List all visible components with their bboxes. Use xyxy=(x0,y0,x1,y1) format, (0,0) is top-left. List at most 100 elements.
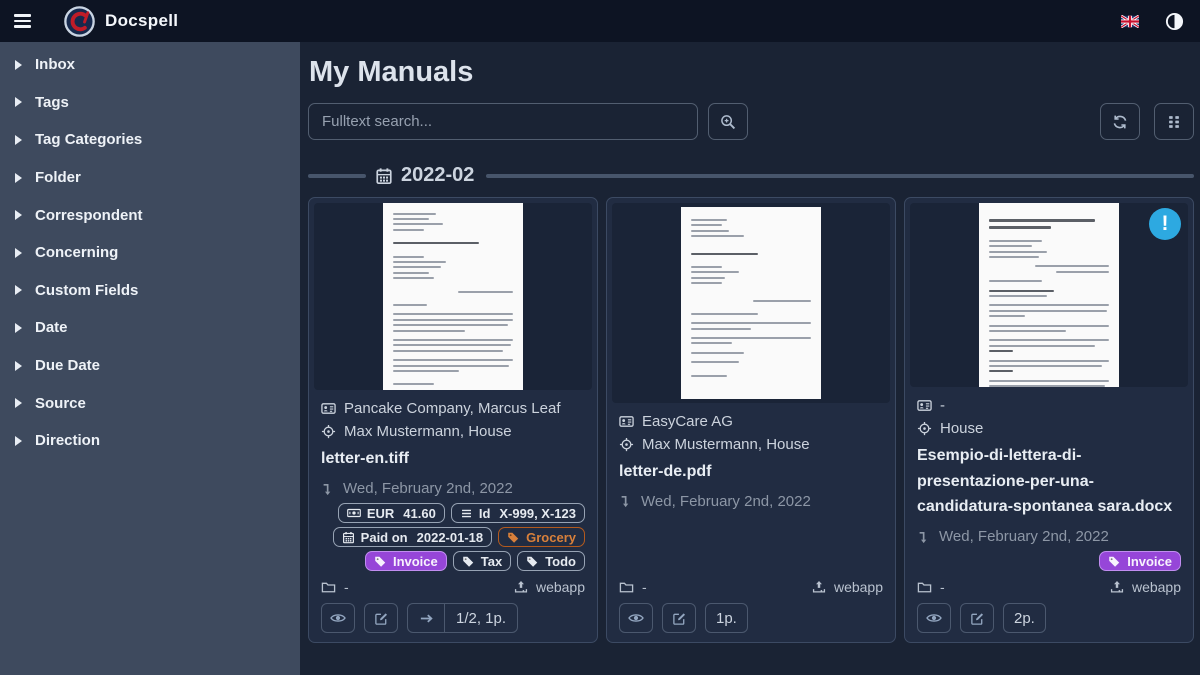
edit-button[interactable] xyxy=(364,603,398,633)
preview-button[interactable] xyxy=(917,603,951,633)
item-thumbnail[interactable] xyxy=(612,203,890,403)
concerning-label: House xyxy=(940,420,983,437)
tag-badge: Todo xyxy=(517,551,585,571)
preview-button[interactable] xyxy=(619,603,653,633)
banknote-icon xyxy=(347,506,361,520)
item-filename: letter-en.tiff xyxy=(321,446,585,472)
sidebar-item-tags[interactable]: Tags xyxy=(0,84,300,122)
item-card[interactable]: EasyCare AG Max Mustermann, House letter… xyxy=(606,197,896,643)
item-date-label: Wed, February 2nd, 2022 xyxy=(343,480,513,497)
sidebar-item-direction[interactable]: Direction xyxy=(0,422,300,460)
item-card[interactable]: ! xyxy=(904,197,1194,643)
caret-right-icon xyxy=(15,210,22,220)
edit-icon xyxy=(970,611,985,626)
item-list-area: My Manuals 2022-02 xyxy=(300,42,1200,675)
sidebar-item-label: Tag Categories xyxy=(35,131,142,148)
tag-badge: Tax xyxy=(453,551,511,571)
folder-source-row: - webapp xyxy=(917,579,1181,595)
folder-icon xyxy=(321,580,336,595)
new-item-badge: ! xyxy=(1149,208,1181,240)
fulltext-search-input[interactable] xyxy=(308,103,698,140)
sidebar-item-due-date[interactable]: Due Date xyxy=(0,347,300,385)
money-field-badge: EUR41.60 xyxy=(338,503,445,523)
sidebar-item-source[interactable]: Source xyxy=(0,384,300,422)
view-toggle-button[interactable] xyxy=(1154,103,1194,140)
divider xyxy=(486,174,1194,178)
pages-badge[interactable]: 2p. xyxy=(1003,603,1046,633)
tag-icon xyxy=(526,555,539,568)
correspondent-row: - xyxy=(917,397,1181,414)
menu-icon[interactable] xyxy=(2,0,42,42)
address-card-icon xyxy=(619,414,634,429)
grid-view-icon xyxy=(1166,114,1182,130)
caret-right-icon xyxy=(15,135,22,145)
refresh-icon xyxy=(1112,114,1128,130)
source-label: webapp xyxy=(834,579,883,595)
sidebar-item-custom-fields[interactable]: Custom Fields xyxy=(0,272,300,310)
pages-badge[interactable]: 1p. xyxy=(705,603,748,633)
crosshair-icon xyxy=(321,424,336,439)
edit-button[interactable] xyxy=(960,603,994,633)
folder-label: - xyxy=(344,579,349,595)
item-date-label: Wed, February 2nd, 2022 xyxy=(641,493,811,510)
sidebar-item-tag-categories[interactable]: Tag Categories xyxy=(0,121,300,159)
tag-icon xyxy=(1108,555,1121,568)
date-group-label: 2022-02 xyxy=(401,164,474,187)
goto-pages-button[interactable]: 1/2, 1p. xyxy=(407,603,518,633)
tag-icon xyxy=(507,531,520,544)
folder-label: - xyxy=(642,579,647,595)
sidebar-item-concerning[interactable]: Concerning xyxy=(0,234,300,272)
app-brand[interactable]: Docspell xyxy=(64,6,178,37)
pages-label[interactable]: 1/2, 1p. xyxy=(444,604,517,632)
custom-field-badges: EUR41.60 IdX-999, X-123 Paid on2022-01-1… xyxy=(321,503,585,571)
item-filename: letter-de.pdf xyxy=(619,459,883,485)
tag-badges: Invoice xyxy=(917,551,1181,571)
sidebar-item-correspondent[interactable]: Correspondent xyxy=(0,196,300,234)
sidebar-item-label: Tags xyxy=(35,94,69,111)
dark-mode-toggle-icon[interactable] xyxy=(1165,12,1184,31)
crosshair-icon xyxy=(917,421,932,436)
sidebar-item-date[interactable]: Date xyxy=(0,309,300,347)
folder-source-row: - webapp xyxy=(321,579,585,595)
caret-right-icon xyxy=(15,173,22,183)
sidebar-item-label: Date xyxy=(35,319,68,336)
folder-source-row: - webapp xyxy=(619,579,883,595)
sidebar-item-folder[interactable]: Folder xyxy=(0,159,300,197)
card-actions: 1p. xyxy=(619,603,883,633)
paid-on-field-badge: Paid on2022-01-18 xyxy=(333,527,492,547)
preview-button[interactable] xyxy=(321,603,355,633)
item-card[interactable]: Pancake Company, Marcus Leaf Max Musterm… xyxy=(308,197,598,643)
id-field-badge: IdX-999, X-123 xyxy=(451,503,585,523)
item-filename: Esempio-di-lettera-di-presentazione-per-… xyxy=(917,443,1181,520)
upload-icon xyxy=(514,580,528,594)
document-preview xyxy=(383,203,523,390)
document-preview xyxy=(681,207,821,399)
date-group-header: 2022-02 xyxy=(308,164,1194,187)
source-label: webapp xyxy=(536,579,585,595)
caret-right-icon xyxy=(15,97,22,107)
sidebar-item-inbox[interactable]: Inbox xyxy=(0,46,300,84)
correspondent-label: Pancake Company, Marcus Leaf xyxy=(344,400,561,417)
concerning-row: House xyxy=(917,420,1181,437)
caret-right-icon xyxy=(15,436,22,446)
sidebar-item-label: Folder xyxy=(35,169,81,186)
refresh-button[interactable] xyxy=(1100,103,1140,140)
search-button[interactable] xyxy=(708,103,748,140)
item-date-row: Wed, February 2nd, 2022 xyxy=(619,493,883,510)
item-thumbnail[interactable] xyxy=(910,203,1188,387)
sidebar-item-label: Due Date xyxy=(35,357,100,374)
caret-right-icon xyxy=(15,285,22,295)
item-date-row: Wed, February 2nd, 2022 xyxy=(917,528,1181,545)
folder-icon xyxy=(917,580,932,595)
edit-button[interactable] xyxy=(662,603,696,633)
level-down-icon xyxy=(321,482,335,496)
top-navbar: Docspell xyxy=(0,0,1200,42)
item-cards-row: Pancake Company, Marcus Leaf Max Musterm… xyxy=(308,197,1194,643)
document-preview xyxy=(979,203,1119,387)
source-label: webapp xyxy=(1132,579,1181,595)
language-flag-icon[interactable] xyxy=(1121,15,1139,28)
address-card-icon xyxy=(321,401,336,416)
correspondent-label: - xyxy=(940,397,945,414)
arrow-right-icon[interactable] xyxy=(408,604,444,632)
item-thumbnail[interactable] xyxy=(314,203,592,390)
